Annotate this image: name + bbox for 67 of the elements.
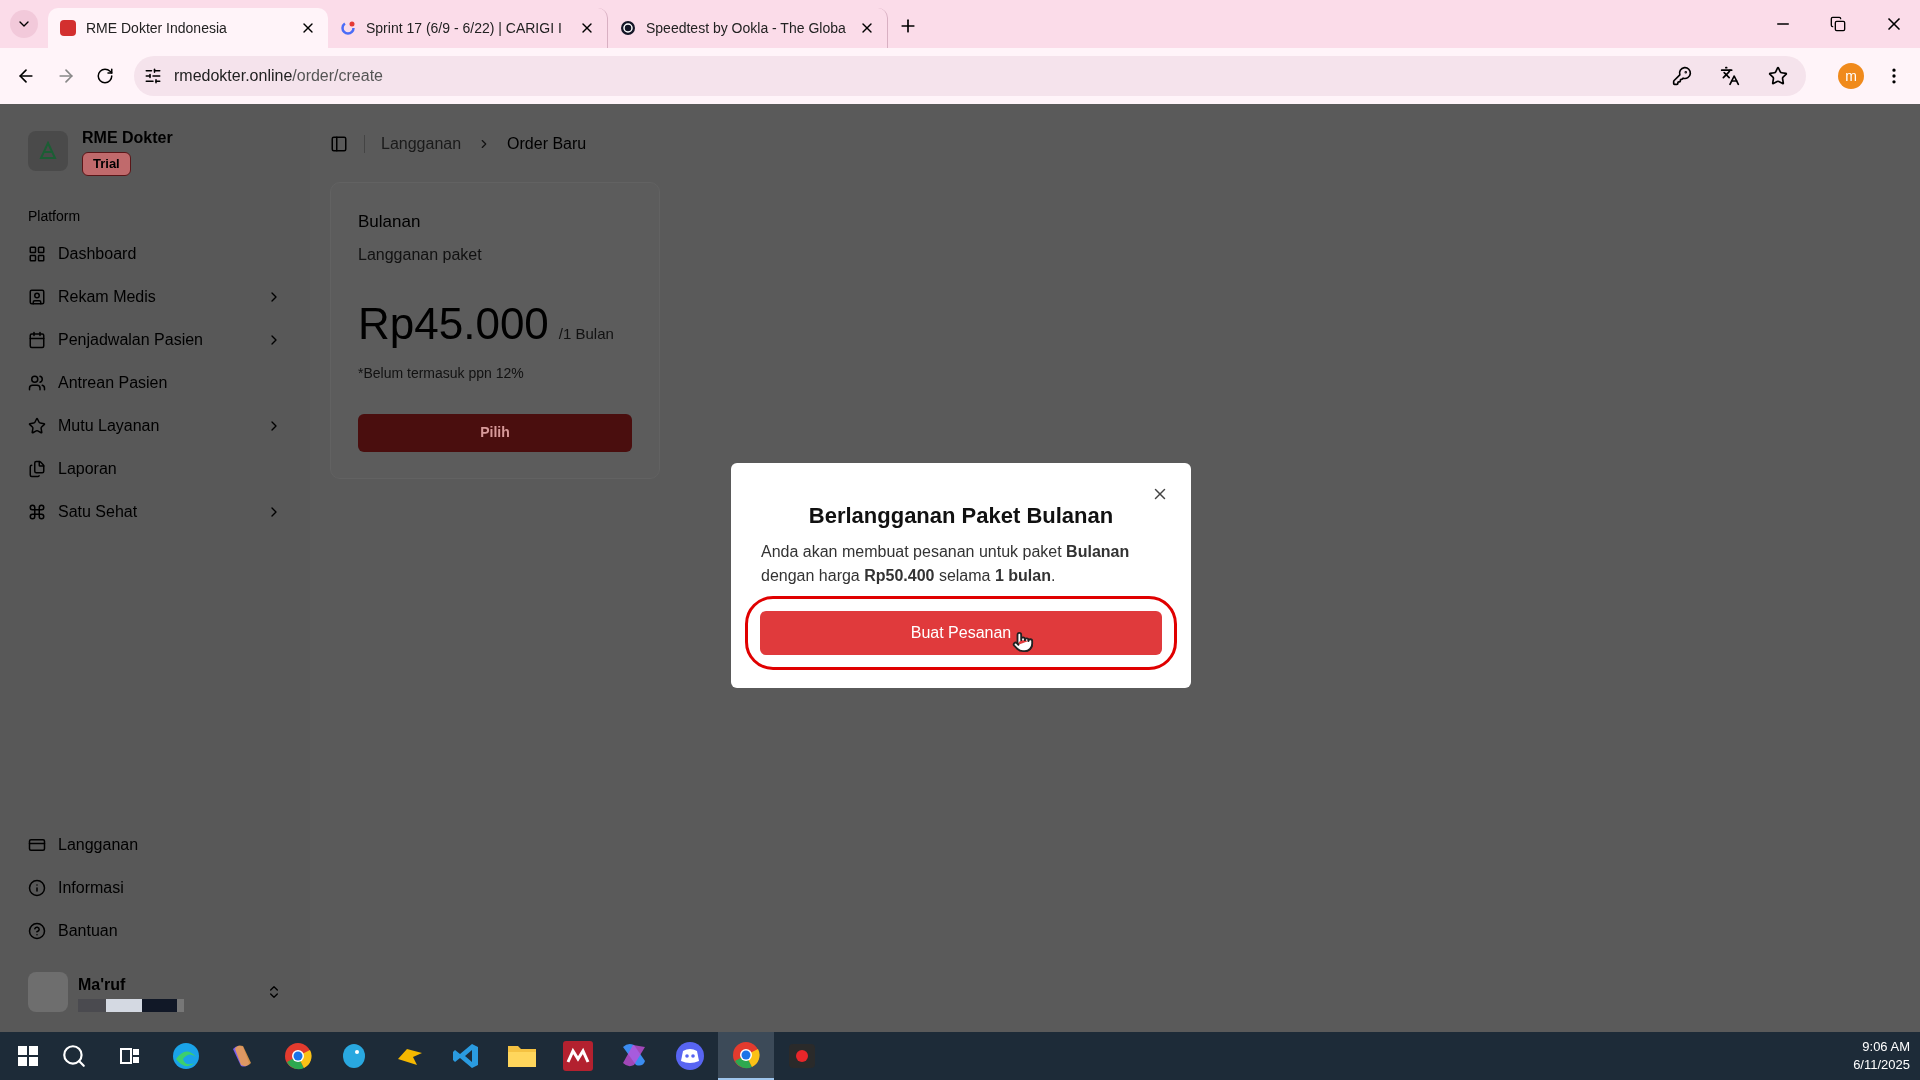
nav-item[interactable]: Mutu Layanan [28, 404, 282, 448]
create-order-button[interactable]: Buat Pesanan [760, 611, 1162, 655]
site-settings-icon[interactable] [144, 67, 162, 85]
nav-item[interactable]: Informasi [28, 866, 282, 909]
files-icon [28, 460, 46, 478]
clock-time[interactable]: 9:06 AM [1862, 1038, 1910, 1056]
task-view-icon[interactable] [119, 1045, 141, 1067]
plan-subtitle: Langganan paket [358, 244, 483, 265]
nav-item[interactable]: Antrean Pasien [28, 361, 282, 405]
tab-title: RME Dokter Indonesia [86, 18, 228, 38]
plan-period: /1 Bulan [558, 323, 614, 344]
translate-icon[interactable] [1720, 66, 1740, 86]
user-name: Ma'ruf [78, 974, 127, 995]
browser-tab[interactable]: RME Dokter Indonesia [48, 8, 328, 48]
record-icon[interactable] [787, 1041, 817, 1071]
chrome-like-icon[interactable] [731, 1040, 761, 1070]
clock-date[interactable]: 6/11/2025 [1853, 1056, 1910, 1074]
folder-icon[interactable] [507, 1043, 537, 1069]
wave-circle-icon[interactable] [171, 1041, 201, 1071]
logo-icon [28, 130, 68, 171]
reload-icon[interactable] [96, 67, 114, 85]
plan-title: Bulanan [358, 211, 422, 233]
search-icon[interactable] [61, 1043, 87, 1069]
restore-icon[interactable] [1830, 16, 1846, 32]
info-icon [28, 878, 46, 897]
sidebar-toggle-icon[interactable] [330, 135, 348, 153]
nav-item[interactable]: Dashboard [28, 232, 282, 276]
nav-item[interactable]: Satu Sehat [28, 490, 282, 534]
choose-button[interactable]: Pilih [358, 413, 632, 452]
nav-item[interactable]: Penjadwalan Pasien [28, 318, 282, 362]
help-icon [28, 921, 46, 940]
command-icon [28, 503, 46, 521]
tab-search-button[interactable] [10, 10, 38, 38]
breadcrumb-link[interactable]: Order Baru [507, 132, 587, 156]
nav-item[interactable]: Bantuan [28, 909, 282, 952]
hand-cursor-icon [1012, 631, 1034, 653]
contact-card-icon [28, 288, 46, 306]
game-controller-icon[interactable] [675, 1041, 705, 1071]
breadcrumb-link[interactable]: Langganan [381, 132, 462, 156]
chrome-like-icon[interactable] [283, 1041, 313, 1071]
section-label: Platform [28, 206, 82, 226]
site-logo-icon [60, 20, 76, 36]
plan-price: Rp45.000 [358, 297, 549, 350]
key-icon[interactable] [1672, 66, 1692, 86]
url-text: rmedokter.online/order/create [174, 66, 384, 86]
ring-icon [340, 20, 356, 36]
nav-item[interactable]: Langganan [28, 823, 282, 866]
nav-item[interactable]: Laporan [28, 447, 282, 491]
code-editor-icon[interactable] [452, 1042, 480, 1070]
peaks-logo-icon[interactable] [563, 1041, 593, 1071]
tab-title: Speedtest by Ookla - The Globa [646, 18, 847, 38]
users-icon [28, 374, 46, 392]
star-icon [28, 417, 46, 435]
brand-name: RME Dokter [82, 128, 173, 148]
bookmark-star-icon[interactable] [1768, 66, 1788, 86]
profile-avatar[interactable]: m [1838, 63, 1864, 89]
dialog-message: Anda akan membuat pesanan untuk paket Bulanan dengan harga Rp50.400 selama 1 bulan. [761, 542, 1131, 586]
dialog-title: Berlangganan Paket Bulanan [807, 502, 1115, 530]
nav-item[interactable]: Rekam Medis [28, 275, 282, 319]
calendar-icon [28, 331, 46, 349]
start-icon[interactable] [18, 1046, 38, 1066]
tab-title: Sprint 17 (6/9 - 6/22) | CARIGI I [366, 18, 563, 38]
address-bar[interactable]: rmedokter.online/order/create [134, 56, 1806, 96]
tax-note: *Belum termasuk ppn 12% [358, 363, 525, 383]
gauge-icon [620, 20, 636, 36]
grid-icon [28, 245, 46, 263]
trial-badge: Trial [82, 152, 131, 176]
